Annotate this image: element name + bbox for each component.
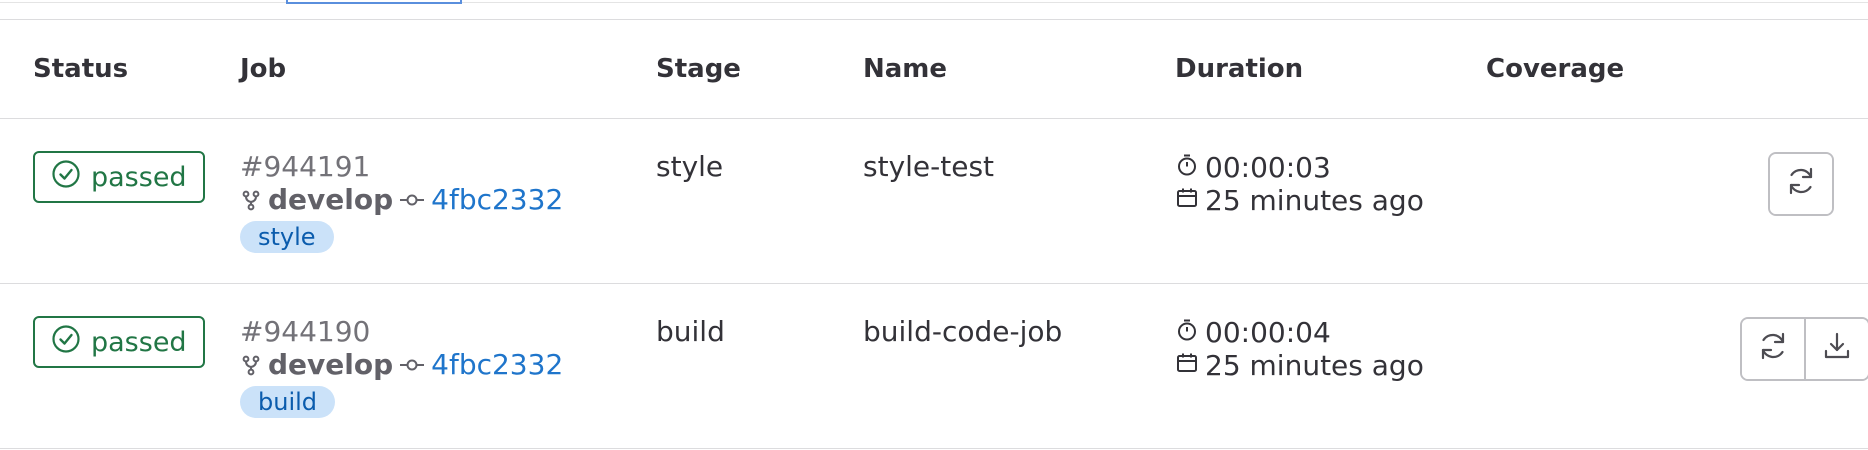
check-circle-icon	[51, 159, 81, 196]
name-cell: build-code-job	[863, 283, 1175, 449]
job-cell: #944190 develop 4fbc2332 build	[240, 283, 656, 449]
duration-value: 00:00:03	[1205, 150, 1331, 184]
commit-icon	[399, 193, 425, 207]
job-cell: #944191 develop 4fbc2332 style	[240, 118, 656, 284]
download-icon	[1820, 329, 1854, 370]
column-header-duration: Duration	[1175, 20, 1486, 119]
stage-value: style	[656, 150, 724, 183]
check-circle-icon	[51, 324, 81, 361]
status-badge[interactable]: passed	[33, 151, 205, 203]
retry-icon	[1756, 329, 1790, 370]
column-header-job: Job	[240, 20, 656, 119]
jobs-table: Status Job Stage Name Duration Coverage …	[0, 20, 1868, 449]
job-id-link[interactable]: #944190	[240, 316, 656, 348]
commit-sha-link[interactable]: 4fbc2332	[431, 348, 563, 382]
stage-cell: build	[656, 283, 863, 449]
job-tag: build	[240, 386, 336, 418]
calendar-icon	[1175, 350, 1199, 382]
name-cell: style-test	[863, 118, 1175, 284]
column-header-actions	[1740, 20, 1868, 119]
duration-cell: 00:00:03 25 minutes ago	[1175, 118, 1486, 284]
branch-link[interactable]: develop	[268, 183, 393, 217]
column-header-status: Status	[0, 20, 240, 119]
retry-icon	[1784, 164, 1818, 205]
branch-icon	[240, 354, 262, 376]
top-tabs-edge	[0, 0, 1868, 20]
table-row: passed #944191 develop 4fbc2332 style st…	[0, 118, 1868, 284]
retry-button[interactable]	[1742, 319, 1804, 379]
job-name: style-test	[863, 150, 995, 183]
actions-cell	[1740, 118, 1868, 284]
job-name: build-code-job	[863, 315, 1063, 348]
duration-value: 00:00:04	[1205, 315, 1331, 349]
column-header-coverage: Coverage	[1486, 20, 1740, 119]
commit-icon	[399, 358, 425, 372]
status-label: passed	[91, 326, 187, 358]
commit-sha-link[interactable]: 4fbc2332	[431, 183, 563, 217]
branch-icon	[240, 189, 262, 211]
job-actions	[1740, 317, 1868, 381]
status-badge[interactable]: passed	[33, 316, 205, 368]
status-cell: passed	[0, 118, 240, 284]
column-header-name: Name	[863, 20, 1175, 119]
coverage-cell	[1486, 283, 1740, 449]
finished-time: 25 minutes ago	[1205, 348, 1424, 382]
table-header-row: Status Job Stage Name Duration Coverage	[0, 20, 1868, 119]
job-actions	[1768, 152, 1834, 216]
download-artifacts-button[interactable]	[1804, 319, 1868, 379]
active-tab-indicator[interactable]	[286, 0, 462, 4]
duration-cell: 00:00:04 25 minutes ago	[1175, 283, 1486, 449]
calendar-icon	[1175, 185, 1199, 217]
stage-value: build	[656, 315, 725, 348]
branch-link[interactable]: develop	[268, 348, 393, 382]
timer-icon	[1175, 152, 1199, 184]
finished-time: 25 minutes ago	[1205, 183, 1424, 217]
divider	[0, 2, 1868, 3]
timer-icon	[1175, 317, 1199, 349]
job-id-link[interactable]: #944191	[240, 151, 656, 183]
status-cell: passed	[0, 283, 240, 449]
coverage-cell	[1486, 118, 1740, 284]
column-header-stage: Stage	[656, 20, 863, 119]
table-row: passed #944190 develop 4fbc2332 build bu…	[0, 283, 1868, 449]
retry-button[interactable]	[1770, 154, 1832, 214]
stage-cell: style	[656, 118, 863, 284]
job-tag: style	[240, 221, 334, 253]
status-label: passed	[91, 161, 187, 193]
actions-cell	[1740, 283, 1868, 449]
